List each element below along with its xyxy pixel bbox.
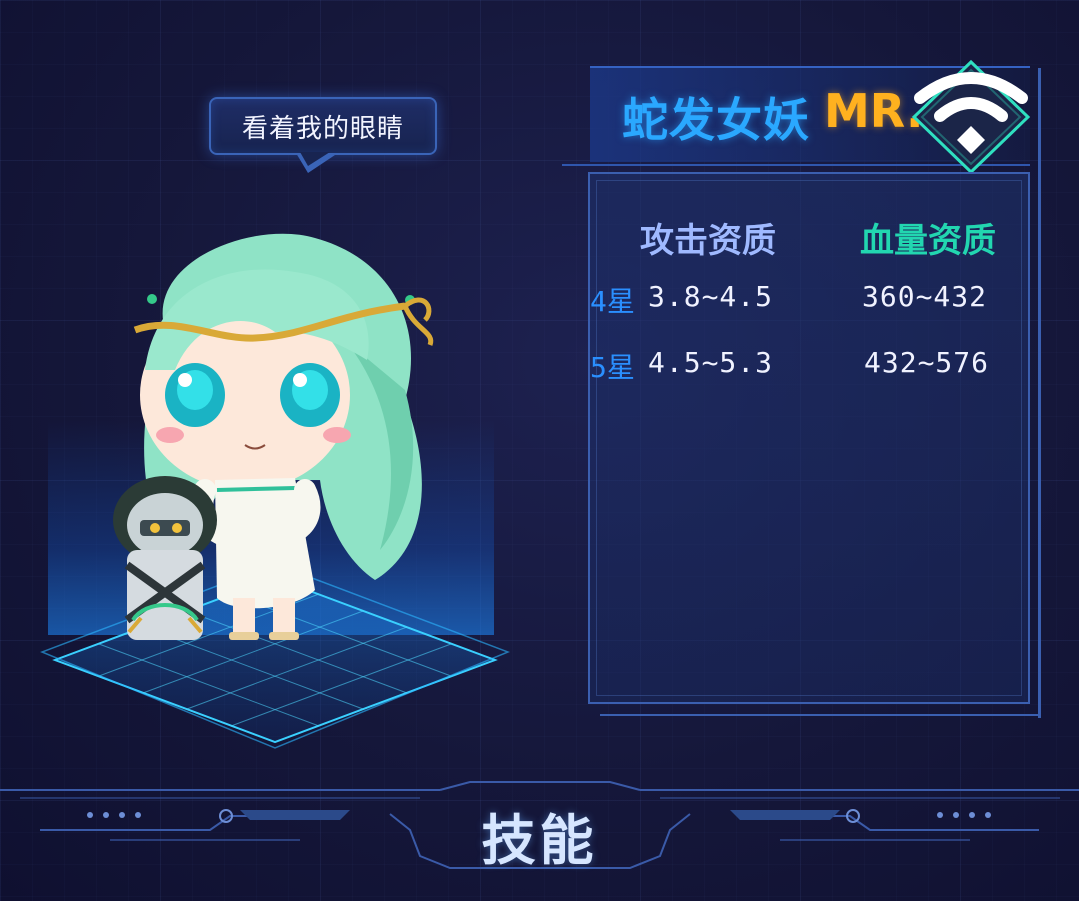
row-4star-attack: 3.8~4.5	[648, 280, 774, 313]
row-4star-hp: 360~432	[862, 280, 988, 313]
panel-frame-right	[1038, 68, 1041, 718]
skill-section-title: 技能	[481, 809, 598, 872]
gorgon-character-art	[113, 233, 434, 640]
game-screen: 看着我的眼睛 蛇发女妖 MR. 攻击资质 血量资质 4星 3.8~4.5 360…	[0, 0, 1079, 901]
attack-aptitude-header: 攻击资质	[640, 221, 776, 261]
row-5star-label: 5星	[590, 351, 635, 384]
row-5star-hp: 432~576	[864, 346, 990, 379]
panel-frame-bottom	[600, 714, 1040, 716]
speech-text: 看着我的眼睛	[241, 113, 404, 144]
row-5star-attack: 4.5~5.3	[648, 346, 774, 379]
speech-bubble-tail-inner	[300, 152, 330, 166]
row-4star-label: 4星	[590, 285, 635, 318]
hero-name: 蛇发女妖	[622, 93, 810, 147]
speech-bubble: 看着我的眼睛	[209, 97, 437, 155]
hp-aptitude-header: 血量资质	[860, 221, 996, 261]
hero-grade: MR.	[824, 84, 924, 138]
wifi-icon	[911, 59, 1031, 175]
